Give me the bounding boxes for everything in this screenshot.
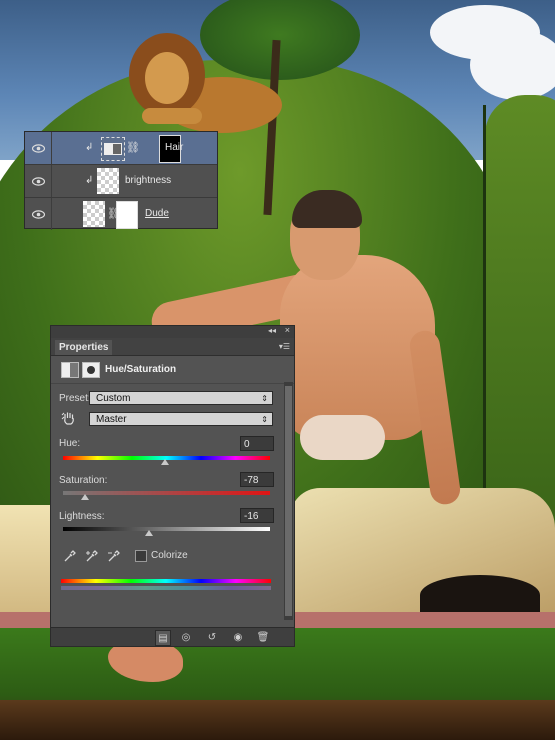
scrollbar-thumb[interactable] [285, 386, 292, 616]
layer-row-brightness[interactable]: ↲ brightness [25, 165, 217, 198]
reset-icon[interactable]: ↺ [205, 630, 219, 644]
saturation-label: Saturation: [59, 475, 108, 486]
cloud [470, 30, 555, 100]
lion [129, 33, 282, 133]
layer-name: Dude [145, 208, 169, 219]
link-icon[interactable]: ⛓ [126, 141, 140, 154]
eye-icon[interactable] [25, 165, 52, 197]
eyedropper-icon[interactable] [63, 550, 76, 563]
collapse-icon[interactable]: ◂◂ [268, 326, 276, 335]
hue-input[interactable]: 0 [240, 436, 274, 451]
panel-tabbar: Properties ▾☰ [51, 338, 294, 356]
properties-bottom-bar: ▤ ◎ ↺ ◉ 🗑 [51, 627, 294, 646]
clip-to-layer-icon: ↲ [85, 142, 94, 153]
visibility-icon[interactable]: ◉ [231, 630, 245, 644]
channel-value: Master [96, 414, 127, 425]
layer-name: brightness [125, 175, 172, 186]
chevron-updown-icon: ⇕ [261, 415, 268, 424]
hue-slider-thumb[interactable] [161, 459, 169, 465]
layer-thumbnail[interactable] [97, 168, 119, 194]
saturation-input[interactable]: -78 [240, 472, 274, 487]
adjustment-header: Hue/Saturation [51, 356, 294, 384]
lightness-label: Lightness: [59, 511, 105, 522]
tab-properties[interactable]: Properties [55, 340, 113, 355]
input-color-bar [61, 579, 271, 583]
eye-icon[interactable] [25, 132, 52, 164]
layer-thumbnail[interactable] [83, 201, 105, 227]
panel-menu-icon[interactable]: ▾☰ [279, 342, 290, 351]
man-shorts [300, 415, 385, 460]
eyedropper-minus-icon[interactable] [107, 550, 120, 563]
trash-icon[interactable]: 🗑 [256, 630, 270, 644]
layer-row-hair[interactable]: ↲ ⛓ Hair [25, 132, 217, 165]
preset-select[interactable]: Custom ⇕ [89, 391, 273, 405]
view-previous-icon[interactable]: ◎ [179, 630, 193, 644]
clip-to-layer-icon: ↲ [85, 175, 94, 186]
layers-panel: ↲ ⛓ Hair ↲ brightness ⛓ Dude [24, 131, 218, 230]
adjustment-icon[interactable] [101, 137, 125, 161]
dirt [0, 700, 555, 740]
adjustment-icon[interactable] [61, 362, 79, 378]
layer-row-dude[interactable]: ⛓ Dude [25, 198, 217, 230]
close-icon[interactable]: × [285, 325, 290, 335]
layer-mask-thumbnail[interactable] [116, 201, 138, 229]
saturation-slider-track[interactable] [63, 491, 270, 495]
properties-panel: ◂◂ × Properties ▾☰ Hue/Saturation Preset… [50, 325, 295, 647]
saturation-slider-thumb[interactable] [81, 494, 89, 500]
preset-value: Custom [96, 393, 131, 404]
panel-titlebar[interactable]: ◂◂ × [51, 325, 294, 338]
book-hole [420, 575, 540, 615]
hue-label: Hue: [59, 438, 81, 449]
scrollbar[interactable] [284, 382, 293, 620]
mask-icon[interactable] [82, 362, 100, 378]
lightness-slider-thumb[interactable] [145, 530, 153, 536]
hand-tool-icon[interactable] [61, 410, 77, 426]
eye-icon[interactable] [25, 198, 52, 230]
clip-to-layer-icon[interactable]: ▤ [155, 630, 171, 646]
adjustment-title: Hue/Saturation [105, 364, 177, 375]
preset-label: Preset: [59, 393, 91, 404]
channel-select[interactable]: Master ⇕ [89, 412, 273, 426]
output-color-bar [61, 586, 271, 590]
lightness-slider-track[interactable] [63, 527, 270, 531]
layer-name: Hair [165, 142, 184, 153]
colorize-checkbox[interactable] [135, 550, 147, 562]
lightness-input[interactable]: -16 [240, 508, 274, 523]
chevron-updown-icon: ⇕ [261, 394, 268, 403]
eyedropper-plus-icon[interactable] [85, 550, 98, 563]
colorize-label: Colorize [151, 550, 188, 561]
